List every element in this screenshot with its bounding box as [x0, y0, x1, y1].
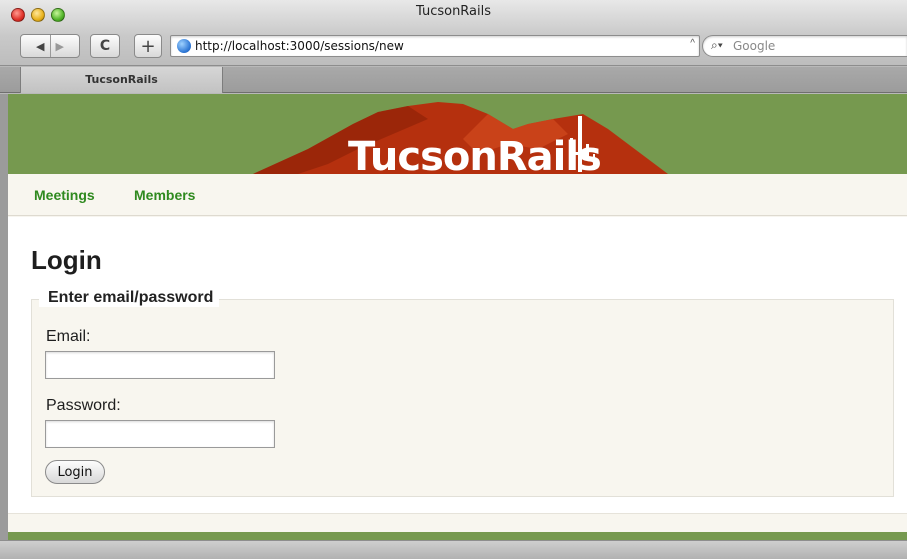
globe-icon — [177, 39, 191, 53]
site-banner: TucsonRails — [8, 94, 907, 180]
reload-icon: C — [99, 38, 111, 54]
footer-stripe — [8, 532, 907, 540]
login-fieldset — [31, 299, 894, 497]
address-bar-url[interactable]: http://localhost:3000/sessions/new — [195, 39, 404, 53]
page-title: Login — [31, 245, 102, 275]
search-placeholder: Google — [733, 39, 776, 53]
nav-link-meetings[interactable]: Meetings — [34, 187, 95, 203]
back-forward-buttons: ◀ ▶ — [20, 34, 80, 58]
main-content: Login Enter email/password Email: Passwo… — [8, 217, 907, 513]
password-label: Password: — [46, 397, 121, 414]
fieldset-legend: Enter email/password — [39, 289, 220, 307]
tab-strip: TucsonRails — [0, 67, 907, 93]
window-left-edge — [0, 94, 8, 540]
search-field[interactable]: ⌕▾ Google — [702, 35, 907, 57]
forward-arrow-icon[interactable]: ▶ — [51, 40, 69, 53]
snapback-icon[interactable]: ^ — [690, 38, 695, 49]
add-bookmark-button[interactable]: + — [134, 34, 162, 58]
page-viewport: TucsonRails Meetings Members Login Enter… — [8, 94, 907, 540]
nav-link-members[interactable]: Members — [134, 187, 195, 203]
login-button[interactable]: Login — [45, 460, 105, 484]
window-titlebar: TucsonRails ◀ ▶ C + http://localhost:300… — [0, 0, 907, 66]
status-bar — [0, 540, 907, 559]
back-arrow-icon[interactable]: ◀ — [31, 40, 49, 53]
address-bar[interactable]: http://localhost:3000/sessions/new ^ — [170, 35, 700, 57]
search-icon[interactable]: ⌕▾ — [711, 38, 723, 53]
plus-icon: + — [140, 35, 156, 57]
tab-tucsonrails[interactable]: TucsonRails — [20, 67, 223, 93]
site-navbar: Meetings Members — [8, 174, 907, 216]
email-field[interactable] — [45, 351, 275, 379]
password-field[interactable] — [45, 420, 275, 448]
email-label: Email: — [46, 328, 91, 345]
reload-button[interactable]: C — [90, 34, 120, 58]
window-title: TucsonRails — [415, 4, 492, 19]
